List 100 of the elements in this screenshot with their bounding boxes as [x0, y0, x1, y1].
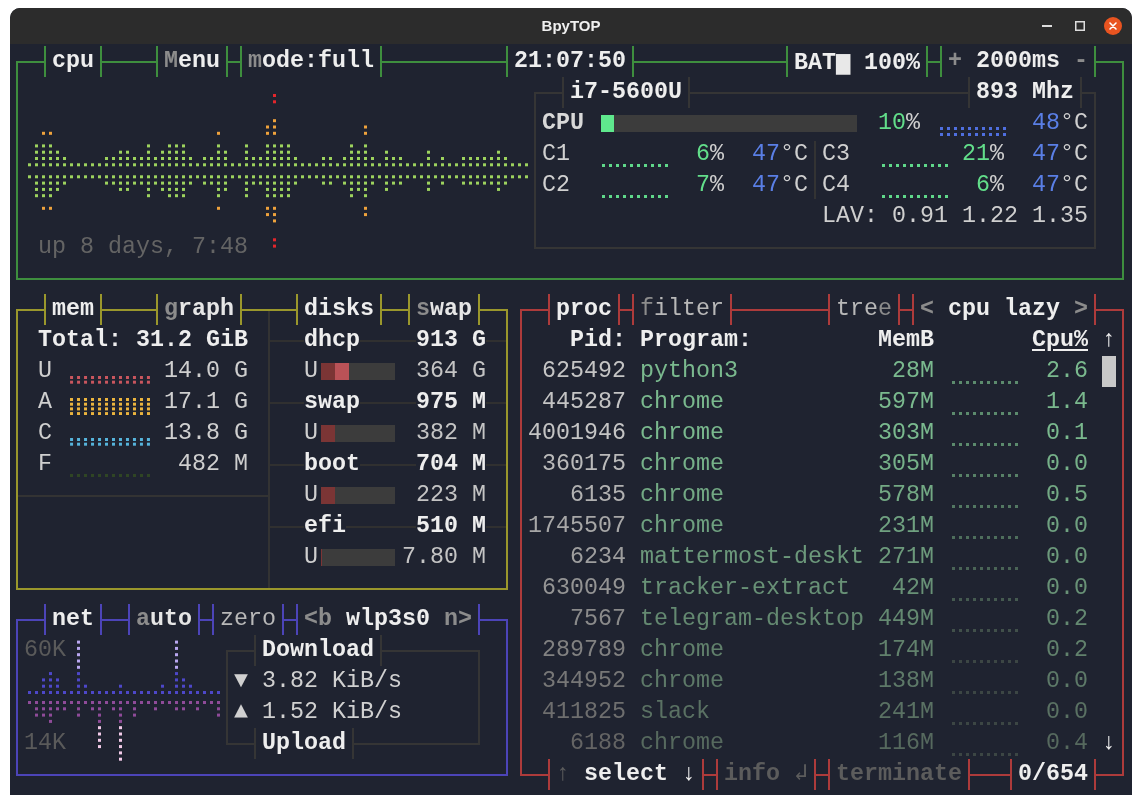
program-cell-text: python3 — [640, 357, 738, 386]
process-count: 0/654 — [1018, 761, 1089, 787]
cpu-cell-text: 0.0 — [1046, 667, 1088, 696]
memory-value: 13.8 G — [164, 419, 248, 448]
cpu-cell-text: 0.0 — [1046, 698, 1088, 727]
memory-cell-text: 231M — [878, 512, 934, 541]
pid-cell-text: 6188 — [570, 729, 626, 758]
disk-used-value: 364 G — [416, 357, 486, 386]
scrollbar-thumb[interactable] — [1102, 356, 1116, 387]
cpu-history-sparkline — [952, 660, 1018, 663]
disk-total: 510 M — [416, 512, 486, 541]
pid-cell-text: 625492 — [542, 357, 626, 386]
enter-key-hint: ↲ — [794, 761, 809, 787]
cpu-cell-text: 1.4 — [1046, 388, 1088, 417]
memory-label: A — [38, 388, 52, 417]
core-temperature: 47°C — [1032, 171, 1088, 200]
graph-scale-label: 14K — [24, 729, 66, 758]
program-cell-text: chrome — [640, 388, 724, 417]
uptime-text: up 8 days, 7:48 — [38, 233, 248, 262]
disk-total: 704 M — [416, 450, 486, 479]
memory-value: 482 M — [178, 450, 248, 479]
download-title: Download — [262, 637, 374, 663]
next-interface-button[interactable]: n> — [444, 606, 472, 632]
panel-title: mem — [52, 296, 94, 322]
filter-toggle[interactable]: filter — [640, 296, 724, 322]
column-header[interactable]: Cpu% — [1032, 325, 1088, 356]
column-header[interactable]: MemB — [878, 325, 934, 356]
memory-cell-text: 116M — [878, 729, 934, 758]
core-temperature: 47°C — [752, 140, 808, 169]
memory-total: Total: 31.2 GiB — [38, 326, 248, 355]
pid-cell-text: 630049 — [542, 574, 626, 603]
auto-toggle[interactable]: auto — [136, 606, 192, 632]
core-usage-sparkline — [882, 195, 948, 198]
cpu-history-sparkline — [952, 598, 1018, 601]
process-row[interactable]: 344952 chrome 138M 0.0 — [528, 666, 1088, 697]
cpu-history-sparkline — [952, 753, 1018, 756]
previous-sort-button[interactable]: < — [920, 296, 934, 322]
pid-cell-text: 289789 — [542, 636, 626, 665]
decrease-interval-button[interactable]: - — [1074, 48, 1089, 74]
tree-toggle[interactable]: tree — [836, 296, 892, 322]
disk-used-label: U — [304, 357, 318, 386]
scroll-down-arrow[interactable]: ↓ — [1102, 728, 1116, 759]
process-row[interactable]: 360175 chrome 305M 0.0 — [528, 449, 1088, 480]
memory-value: 14.0 G — [164, 357, 248, 386]
cpu-cell-text: 0.4 — [1046, 729, 1088, 758]
memory-cell-text: 42M — [892, 574, 934, 603]
disk-name: efi — [304, 512, 346, 541]
window-title: BpyTOP — [541, 16, 601, 36]
process-row[interactable]: 289789 chrome 174M 0.2 — [528, 635, 1088, 666]
next-sort-button[interactable]: > — [1074, 296, 1088, 322]
process-row[interactable]: 6234 mattermost-deskt 271M 0.0 — [528, 542, 1088, 573]
cpu-history-sparkline — [952, 722, 1018, 725]
increase-interval-button[interactable]: + — [948, 48, 963, 74]
sort-mode: cpu lazy — [948, 296, 1060, 322]
panel-title: disks — [304, 296, 374, 322]
cpu-history-sparkline — [952, 536, 1018, 539]
cpu-cell-text: 0.0 — [1046, 543, 1088, 572]
cpu-history-sparkline — [952, 567, 1018, 570]
program-cell-text: chrome — [640, 419, 724, 448]
battery-symbol: ▆ — [836, 47, 851, 75]
process-row[interactable]: 4001946 chrome 303M 0.1 — [528, 418, 1088, 449]
mode-button[interactable]: mode:full — [248, 48, 374, 74]
process-row[interactable]: 445287 chrome 597M 1.4 — [528, 387, 1088, 418]
disk-total: 975 M — [416, 388, 486, 417]
program-cell-text: tracker-extract — [640, 574, 850, 603]
previous-interface-button[interactable]: <b — [304, 606, 332, 632]
core-temperature: 47°C — [1032, 140, 1088, 169]
disk-used-value: 7.80 M — [402, 543, 486, 572]
core-usage-sparkline — [882, 164, 948, 167]
cpu-label: CPU — [542, 109, 584, 138]
select-down-button[interactable]: ↓ — [682, 761, 696, 787]
process-row[interactable]: 7567 telegram-desktop 449M 0.2 — [528, 604, 1088, 635]
battery-label: BAT — [794, 50, 836, 76]
process-row[interactable]: 1745507 chrome 231M 0.0 — [528, 511, 1088, 542]
cpu-cell-text: 0.2 — [1046, 605, 1088, 634]
process-row[interactable]: 6135 chrome 578M 0.5 — [528, 480, 1088, 511]
close-icon — [1104, 17, 1122, 35]
column-header[interactable]: Pid: — [570, 325, 626, 356]
pid-cell-text: 6135 — [570, 481, 626, 510]
column-header[interactable]: Program: — [640, 325, 752, 356]
core-usage-sparkline — [602, 195, 668, 198]
pid-cell-text: 7567 — [570, 605, 626, 634]
memory-cell-text: 578M — [878, 481, 934, 510]
process-row[interactable]: 630049 tracker-extract 42M 0.0 — [528, 573, 1088, 604]
memory-label: F — [38, 450, 52, 479]
core-label: C4 — [822, 171, 850, 200]
zero-toggle[interactable]: zero — [220, 606, 276, 632]
cpu-cell-text: 0.5 — [1046, 481, 1088, 510]
pid-cell-text: 1745507 — [528, 512, 626, 541]
disk-name: dhcp — [304, 326, 360, 355]
program-cell-text: chrome — [640, 636, 724, 665]
scroll-up-arrow[interactable]: ↑ — [1102, 325, 1116, 356]
cpu-history-sparkline — [952, 412, 1018, 415]
memory-label: U — [38, 357, 52, 386]
close-button[interactable] — [1101, 14, 1125, 38]
pid-cell-text: 411825 — [542, 698, 626, 727]
core-usage-percent: 7% — [696, 171, 724, 200]
process-row[interactable]: 625492 python3 28M 2.6 — [528, 356, 1088, 387]
select-label: select — [584, 761, 668, 787]
memory-cell-text: 597M — [878, 388, 934, 417]
